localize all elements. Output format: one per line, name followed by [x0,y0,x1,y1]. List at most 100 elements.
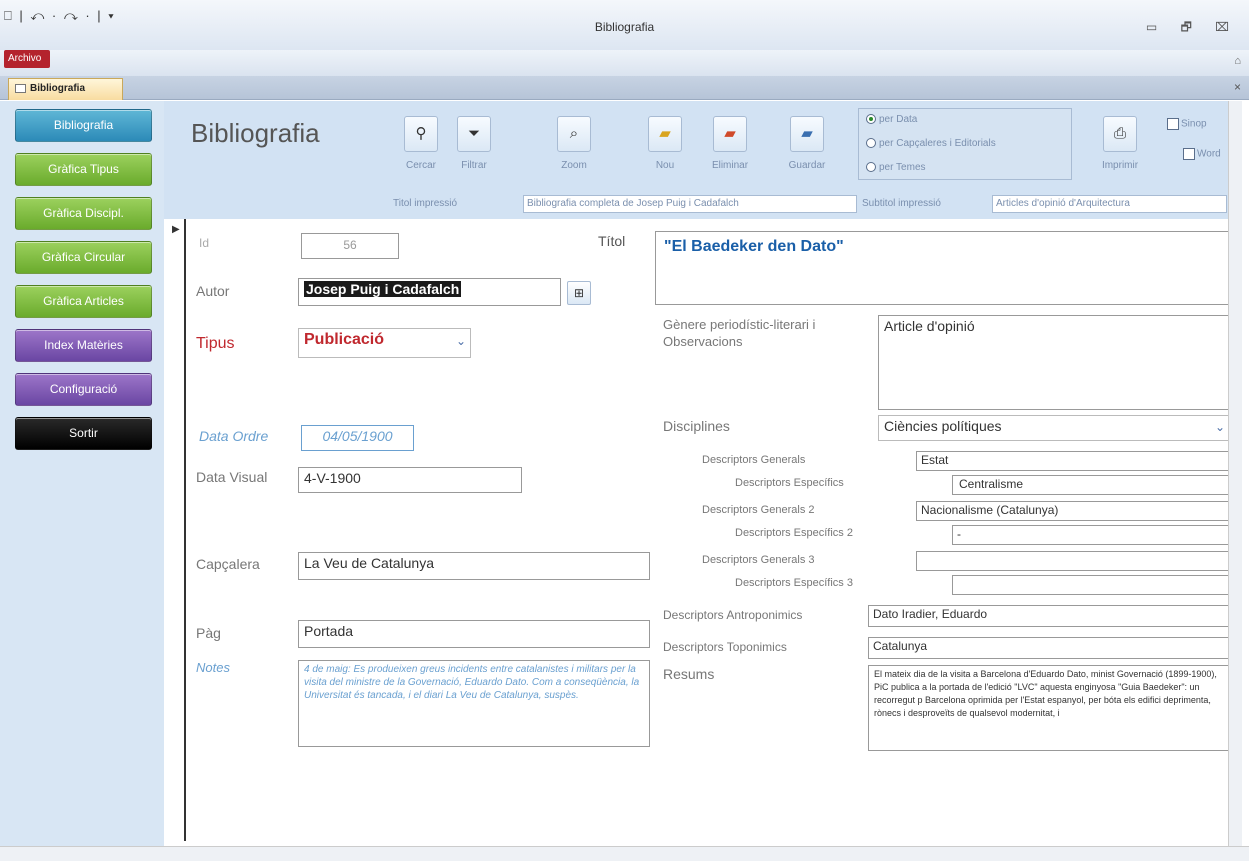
author-lookup-button[interactable]: ⊞ [567,281,591,305]
ribbon-bar [0,50,1249,76]
radio-per-capcaleres[interactable]: per Capçaleres i Editorials [866,138,996,149]
zoom-label: Zoom [561,160,587,171]
nav-button-sortir[interactable]: Sortir [15,417,152,450]
genere-label: Gènere periodístic-literari i Observacio… [663,317,816,349]
checkbox-icon [1183,148,1195,160]
filter-icon: ⏷ [467,125,480,142]
data-visual-field[interactable]: 4-V-1900 [298,467,522,493]
delete-record-icon: ▰ [724,125,736,142]
radio-label: per Capçaleres i Editorials [879,138,996,149]
checkbox-icon [1167,118,1179,130]
autor-label: Autor [196,283,230,299]
nav-button-index-materies[interactable]: Index Matèries [15,329,152,362]
desc-gen2-field[interactable]: Nacionalisme (Catalunya) [916,501,1230,521]
radio-icon [866,162,876,173]
resums-label: Resums [663,666,715,682]
magnifier-icon: ⌕ [569,125,579,142]
data-ordre-label: Data Ordre [199,428,269,444]
ribbon-minimize-icon[interactable]: ⌂ [1234,55,1241,67]
desc-gen3-field[interactable] [916,551,1230,571]
desc-gen-field[interactable]: Estat [916,451,1230,471]
form-icon [15,83,26,93]
search-button[interactable]: ⚲ [404,116,438,152]
nav-button-grafica-tipus[interactable]: Gràfica Tipus [15,153,152,186]
titol-impressio-field[interactable]: Bibliografia completa de Josep Puig i Ca… [523,195,857,213]
genere-field[interactable]: Article d'opinió [878,315,1230,410]
checkbox-label: Sinop [1181,118,1207,130]
autor-field[interactable]: Josep Puig i Cadafalch [298,278,561,306]
document-tab-label: Bibliografia [30,83,86,94]
nav-button-configuracio[interactable]: Configuració [15,373,152,406]
chevron-down-icon: ⌄ [455,334,466,348]
desc-esp3-label: Descriptors Específics 3 [735,577,853,589]
zoom-button[interactable]: ⌕ [557,116,591,152]
document-tab-bar [0,76,1249,100]
checkbox-word[interactable]: Word [1183,148,1221,160]
new-button[interactable]: ▰ [648,116,682,152]
disciplines-value: Ciències polítiques [884,418,1002,434]
current-record-arrow-icon: ▶ [172,224,180,235]
record-selector[interactable] [172,219,186,841]
pag-field[interactable]: Portada [298,620,650,648]
radio-per-temes[interactable]: per Temes [866,162,926,173]
radio-icon [866,138,876,149]
file-tab[interactable]: Archivo [4,50,50,68]
data-ordre-field[interactable]: 04/05/1900 [301,425,414,451]
resums-field[interactable]: El mateix dia de la visita a Barcelona d… [868,665,1230,751]
capcalera-field[interactable]: La Veu de Catalunya [298,552,650,580]
desc-gen2-label: Descriptors Generals 2 [702,504,815,516]
nav-button-grafica-discipl[interactable]: Gràfica Discipl. [15,197,152,230]
nav-button-grafica-articles[interactable]: Gràfica Articles [15,285,152,318]
notes-label: Notes [196,660,230,675]
disciplines-dropdown[interactable]: Ciències polítiques ⌄ [878,415,1230,441]
print-button[interactable]: ⎙ [1103,116,1137,152]
capcalera-label: Capçalera [196,556,260,572]
tipus-label: Tipus [196,335,235,352]
chevron-down-icon: ⌄ [1214,420,1225,434]
checkbox-label: Word [1197,148,1221,160]
window-controls[interactable]: ▭ 🗗 ⌧ [1146,18,1239,39]
desc-esp3-field[interactable] [952,575,1230,595]
notes-field[interactable]: 4 de maig: Es produeixen greus incidents… [298,660,650,747]
horizontal-scrollbar[interactable] [0,846,1249,861]
new-label: Nou [655,160,675,171]
desc-esp2-field[interactable]: - [952,525,1230,545]
binoculars-icon: ⚲ [415,125,427,142]
delete-label: Eliminar [711,160,749,171]
antroponimics-field[interactable]: Dato Iradier, Eduardo [868,605,1230,627]
subtitol-impressio-label: Subtitol impressió [862,198,941,209]
save-record-icon: ▰ [801,125,813,142]
radio-selected-icon [866,114,876,125]
tipus-value: Publicació [304,331,385,348]
id-label: Id [199,236,210,250]
printer-icon: ⎙ [1113,125,1126,142]
nav-button-bibliografia[interactable]: Bibliografia [15,109,152,142]
window-title: Bibliografia [594,20,655,34]
document-tab-bibliografia[interactable]: Bibliografia [8,78,123,100]
save-label: Guardar [788,160,826,171]
desc-gen-label: Descriptors Generals [702,454,806,466]
delete-button[interactable]: ▰ [713,116,747,152]
subtitol-impressio-field[interactable]: Articles d'opinió d'Arquitectura [992,195,1227,213]
radio-label: per Temes [879,162,926,173]
id-field[interactable]: 56 [301,233,399,259]
nav-button-grafica-circular[interactable]: Gràfica Circular [15,241,152,274]
titol-field[interactable]: "El Baedeker den Dato" [655,231,1230,305]
close-tab-icon[interactable]: × [1234,80,1241,94]
radio-label: per Data [879,114,918,125]
desc-esp-label: Descriptors Específics [735,477,844,489]
vertical-scrollbar[interactable] [1228,101,1242,846]
titol-impressio-label: Titol impressió [393,198,458,209]
titol-label: Títol [598,233,626,249]
radio-per-data[interactable]: per Data [866,114,917,125]
checkbox-sinopsi[interactable]: Sinop [1167,118,1207,130]
tipus-dropdown[interactable]: Publicació ⌄ [298,328,471,358]
antroponimics-label: Descriptors Antroponimics [663,608,803,622]
desc-esp-field[interactable]: Centralisme [952,475,1230,495]
save-button[interactable]: ▰ [790,116,824,152]
filter-button[interactable]: ⏷ [457,116,491,152]
form-title: Bibliografia [191,118,320,148]
new-record-icon: ▰ [659,125,671,142]
toponimics-field[interactable]: Catalunya [868,637,1230,659]
disciplines-label: Disciplines [663,418,730,434]
